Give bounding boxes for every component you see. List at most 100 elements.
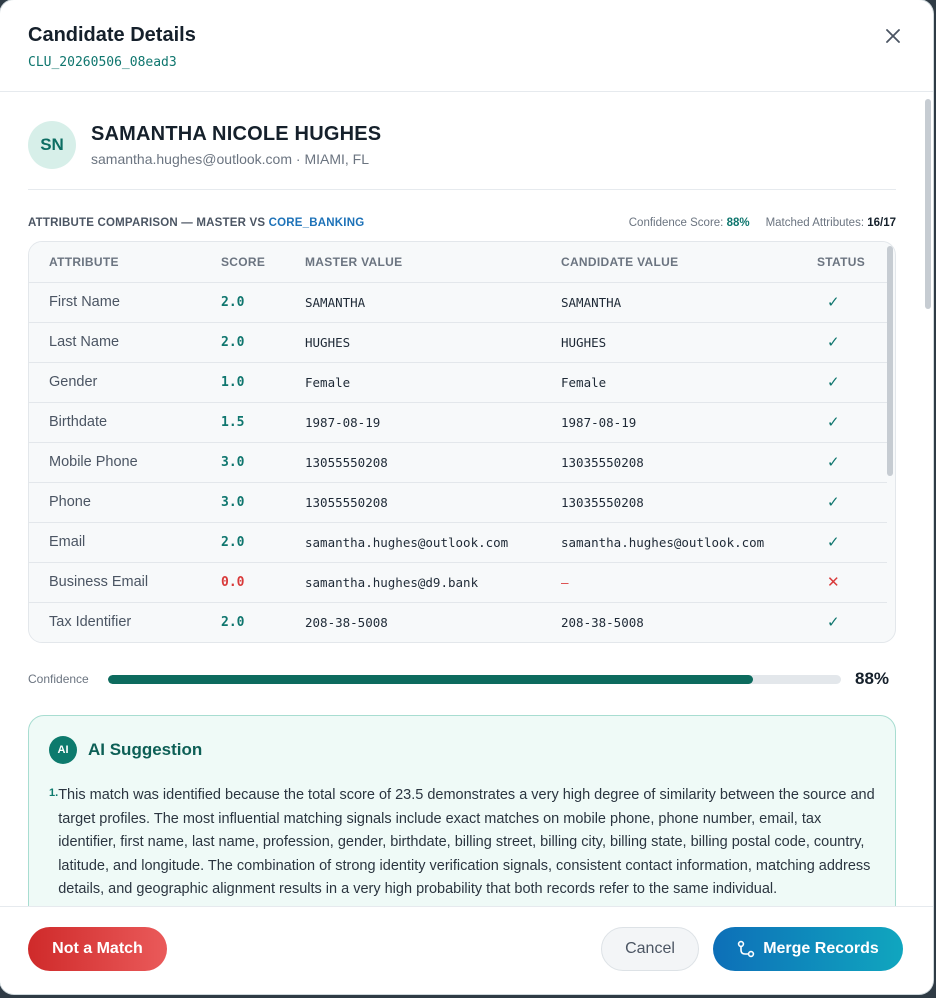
- ai-item-text: This match was identified because the to…: [58, 787, 875, 897]
- attribute-table: ATTRIBUTE SCORE MASTER VALUE CANDIDATE V…: [29, 242, 887, 642]
- cell-score: 2.0: [201, 322, 285, 363]
- table-row: Phone 3.0 13055550208 13035550208 ✓: [29, 482, 887, 523]
- x-icon: ✕: [827, 573, 840, 591]
- check-icon: ✓: [827, 333, 840, 351]
- cell-attribute: Email: [29, 522, 201, 563]
- cell-status: ✓: [797, 282, 887, 323]
- cell-master-value: 13055550208: [285, 482, 541, 523]
- attribute-table-container[interactable]: ATTRIBUTE SCORE MASTER VALUE CANDIDATE V…: [28, 241, 896, 643]
- avatar: SN: [28, 121, 76, 169]
- check-icon: ✓: [827, 493, 840, 511]
- profile-name: SAMANTHA NICOLE HUGHES: [91, 123, 382, 145]
- modal-header: Candidate Details CLU_20260506_08ead3: [0, 0, 933, 92]
- table-scrollbar[interactable]: [887, 246, 893, 636]
- header-attribute: ATTRIBUTE: [29, 242, 201, 283]
- header-master-value: MASTER VALUE: [285, 242, 541, 283]
- comparison-stats: Confidence Score: 88% Matched Attributes…: [629, 217, 896, 229]
- cell-status: ✓: [797, 362, 887, 403]
- cell-attribute: Tax Identifier: [29, 602, 201, 642]
- table-row: Email 2.0 samantha.hughes@outlook.com saman…: [29, 522, 887, 563]
- confidence-fill: [108, 674, 754, 684]
- header-score: SCORE: [201, 242, 285, 283]
- cell-master-value: 208-38-5008: [285, 602, 541, 642]
- cell-status: ✓: [797, 482, 887, 523]
- cell-status: ✓: [797, 602, 887, 642]
- cell-attribute: Phone: [29, 482, 201, 523]
- check-icon: ✓: [827, 373, 840, 391]
- modal-body[interactable]: SN SAMANTHA NICOLE HUGHES samantha.hughe…: [0, 93, 933, 906]
- table-header-row: ATTRIBUTE SCORE MASTER VALUE CANDIDATE V…: [29, 242, 887, 283]
- cell-score: 0.0: [201, 562, 285, 603]
- cell-master-value: 13055550208: [285, 442, 541, 483]
- confidence-score-value: 88%: [726, 217, 750, 229]
- table-row: First Name 2.0 SAMANTHA SAMANTHA ✓: [29, 282, 887, 323]
- merge-icon: [737, 940, 755, 958]
- table-row: Gender 1.0 Female Female ✓: [29, 362, 887, 403]
- cell-status: ✕: [797, 562, 887, 603]
- table-row: Business Email 0.0 samantha.hughes@d9.bank…: [29, 562, 887, 603]
- cell-status: ✓: [797, 442, 887, 483]
- table-row: Last Name 2.0 HUGHES HUGHES ✓: [29, 322, 887, 363]
- cell-candidate-value: –: [541, 562, 797, 603]
- cell-score: 3.0: [201, 442, 285, 483]
- ai-suggestion-title: AI Suggestion: [88, 740, 203, 759]
- cell-master-value: HUGHES: [285, 322, 541, 363]
- cell-candidate-value: 13035550208: [541, 442, 797, 483]
- cell-candidate-value: 208-38-5008: [541, 602, 797, 642]
- matched-attributes-value: 16/17: [867, 217, 896, 229]
- comparison-bar: ATTRIBUTE COMPARISON — MASTER VS CORE_BA…: [28, 217, 896, 229]
- cell-master-value: samantha.hughes@outlook.com: [285, 522, 541, 563]
- ai-badge-icon: AI: [49, 736, 77, 764]
- not-a-match-button[interactable]: Not a Match: [28, 926, 167, 971]
- confidence-track: [108, 674, 841, 684]
- table-row: Tax Identifier 2.0 208-38-5008 208-38-5008 ✓: [29, 602, 887, 642]
- cell-attribute: Last Name: [29, 322, 201, 363]
- check-icon: ✓: [827, 533, 840, 551]
- table-row: Birthdate 1.5 1987-08-19 1987-08-19 ✓: [29, 402, 887, 443]
- cell-score: 1.0: [201, 362, 285, 403]
- table-row: Mobile Phone 3.0 13055550208 13035550208 ✓: [29, 442, 887, 483]
- confidence-score-label: Confidence Score:: [628, 217, 727, 229]
- modal-scrollbar-thumb[interactable]: [925, 99, 931, 309]
- cell-master-value: SAMANTHA: [285, 282, 541, 323]
- cluster-id: CLU_20260506_08ead3: [28, 55, 177, 70]
- cell-candidate-value: SAMANTHA: [541, 282, 797, 323]
- modal-scrollbar[interactable]: [925, 93, 931, 906]
- cell-candidate-value: samantha.hughes@outlook.com: [541, 522, 797, 563]
- close-icon: [886, 29, 900, 43]
- profile-header: SN SAMANTHA NICOLE HUGHES samantha.hughe…: [28, 121, 896, 190]
- cell-candidate-value: 13035550208: [541, 482, 797, 523]
- check-icon: ✓: [827, 453, 840, 471]
- merge-records-label: Merge Records: [763, 939, 879, 957]
- modal-footer: Not a Match Cancel Merge Records: [0, 906, 933, 994]
- ai-item-number: 1.: [49, 787, 59, 799]
- cell-master-value: Female: [285, 362, 541, 403]
- check-icon: ✓: [827, 413, 840, 431]
- close-button[interactable]: [881, 24, 905, 48]
- confidence-label: Confidence: [28, 672, 89, 686]
- cell-attribute: Mobile Phone: [29, 442, 201, 483]
- cell-candidate-value: 1987-08-19: [541, 402, 797, 443]
- comparison-title-prefix: ATTRIBUTE COMPARISON — MASTER VS: [28, 217, 269, 229]
- cell-score: 2.0: [201, 602, 285, 642]
- cell-score: 2.0: [201, 282, 285, 323]
- check-icon: ✓: [827, 293, 840, 311]
- ai-suggestion-panel: AI AI Suggestion 1. This match was ident…: [28, 715, 896, 906]
- cell-status: ✓: [797, 522, 887, 563]
- cancel-button[interactable]: Cancel: [601, 926, 699, 971]
- merge-records-button[interactable]: Merge Records: [713, 926, 903, 971]
- cell-master-value: 1987-08-19: [285, 402, 541, 443]
- confidence-meter: Confidence 88%: [28, 669, 896, 689]
- cell-attribute: Gender: [29, 362, 201, 403]
- cell-attribute: Birthdate: [29, 402, 201, 443]
- cell-candidate-value: HUGHES: [541, 322, 797, 363]
- cell-attribute: First Name: [29, 282, 201, 323]
- confidence-value: 88%: [855, 669, 890, 688]
- cell-attribute: Business Email: [29, 562, 201, 603]
- matched-attributes-label: Matched Attributes:: [765, 217, 868, 229]
- candidate-details-modal: Candidate Details CLU_20260506_08ead3 SN…: [0, 0, 933, 994]
- check-icon: ✓: [827, 613, 840, 631]
- profile-meta: samantha.hughes@outlook.com · MIAMI, FL: [91, 151, 369, 167]
- table-scrollbar-thumb[interactable]: [887, 246, 893, 476]
- cell-candidate-value: Female: [541, 362, 797, 403]
